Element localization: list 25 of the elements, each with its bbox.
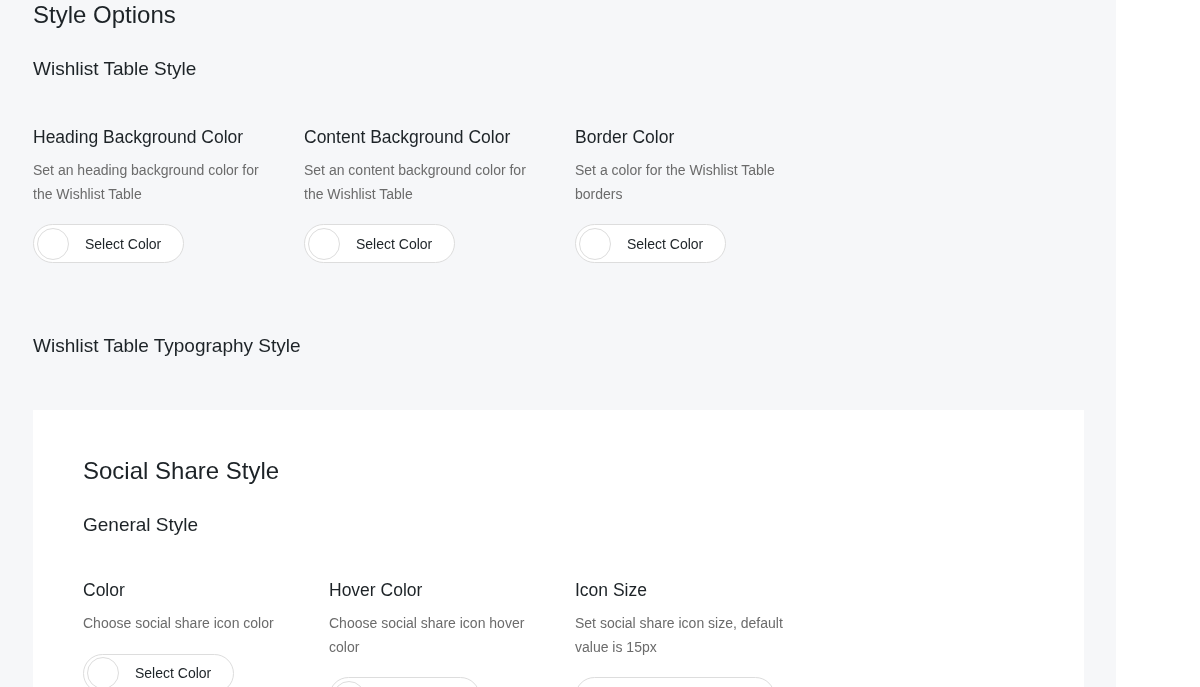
- option-label: Color: [83, 579, 126, 602]
- option-label: Icon Size: [575, 579, 648, 602]
- option-label: Hover Color: [329, 579, 424, 602]
- color-picker-button[interactable]: Select Color: [304, 224, 455, 263]
- option-description: Choose social share icon color: [83, 614, 275, 633]
- section-heading: Wishlist Table Typography Style: [33, 334, 302, 358]
- color-picker-button[interactable]: Select Color: [575, 224, 726, 263]
- color-picker-button[interactable]: Select Color: [33, 224, 184, 263]
- color-swatch-icon: [579, 227, 611, 260]
- option-label: Heading Background Color: [33, 126, 245, 149]
- option-description: Set a color for the Wishlist Table borders: [575, 161, 776, 204]
- option-description: Set an content background color for the Wishlist Table: [304, 161, 527, 204]
- color-swatch-icon: [308, 227, 340, 260]
- option-description: Set an heading background color for the Wishlist Table: [33, 161, 260, 204]
- page-title: Style Options: [33, 0, 177, 30]
- section-heading: Wishlist Table Style: [33, 57, 198, 81]
- color-picker-button[interactable]: Select Color: [83, 653, 234, 687]
- section-heading: General Style: [83, 513, 200, 537]
- color-swatch-icon: [37, 227, 69, 260]
- option-description: Choose social share icon hover color: [329, 614, 526, 657]
- option-label: Border Color: [575, 126, 676, 149]
- card-title: Social Share Style: [83, 456, 281, 486]
- color-swatch-icon: [87, 657, 119, 687]
- option-description: Set social share icon size, default value is 15px: [575, 614, 784, 657]
- option-label: Content Background Color: [304, 126, 512, 149]
